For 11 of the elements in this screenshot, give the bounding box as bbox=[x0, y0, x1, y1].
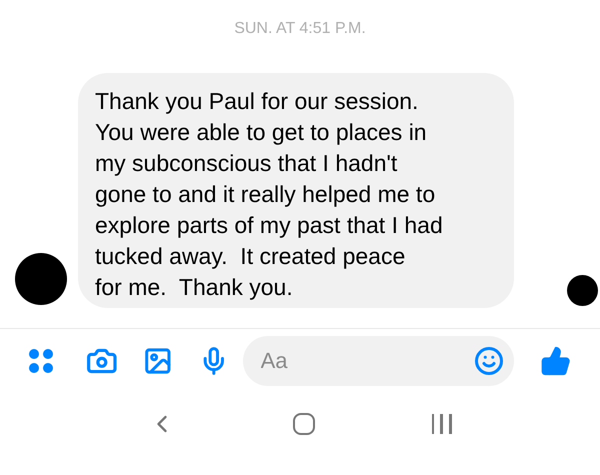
home-icon[interactable] bbox=[292, 413, 315, 435]
read-receipt-avatar bbox=[567, 275, 598, 306]
message-text: Thank you Paul for our session. You were able to get to places in my subconscious that I hadn't gone to and it really helped me to explore parts of my past that I had tucked away. It created peace for me. Thank you. bbox=[95, 87, 444, 302]
sender-avatar bbox=[15, 253, 67, 305]
recent-apps-icon[interactable] bbox=[432, 414, 452, 434]
message-input-field[interactable]: Aa bbox=[242, 336, 514, 386]
message-timestamp: SUN. AT 4:51 P.M. bbox=[234, 19, 366, 39]
emoji-icon[interactable] bbox=[474, 346, 504, 376]
image-icon[interactable] bbox=[143, 346, 173, 376]
thumbs-up-icon[interactable] bbox=[540, 345, 572, 377]
more-icon[interactable] bbox=[28, 348, 54, 374]
